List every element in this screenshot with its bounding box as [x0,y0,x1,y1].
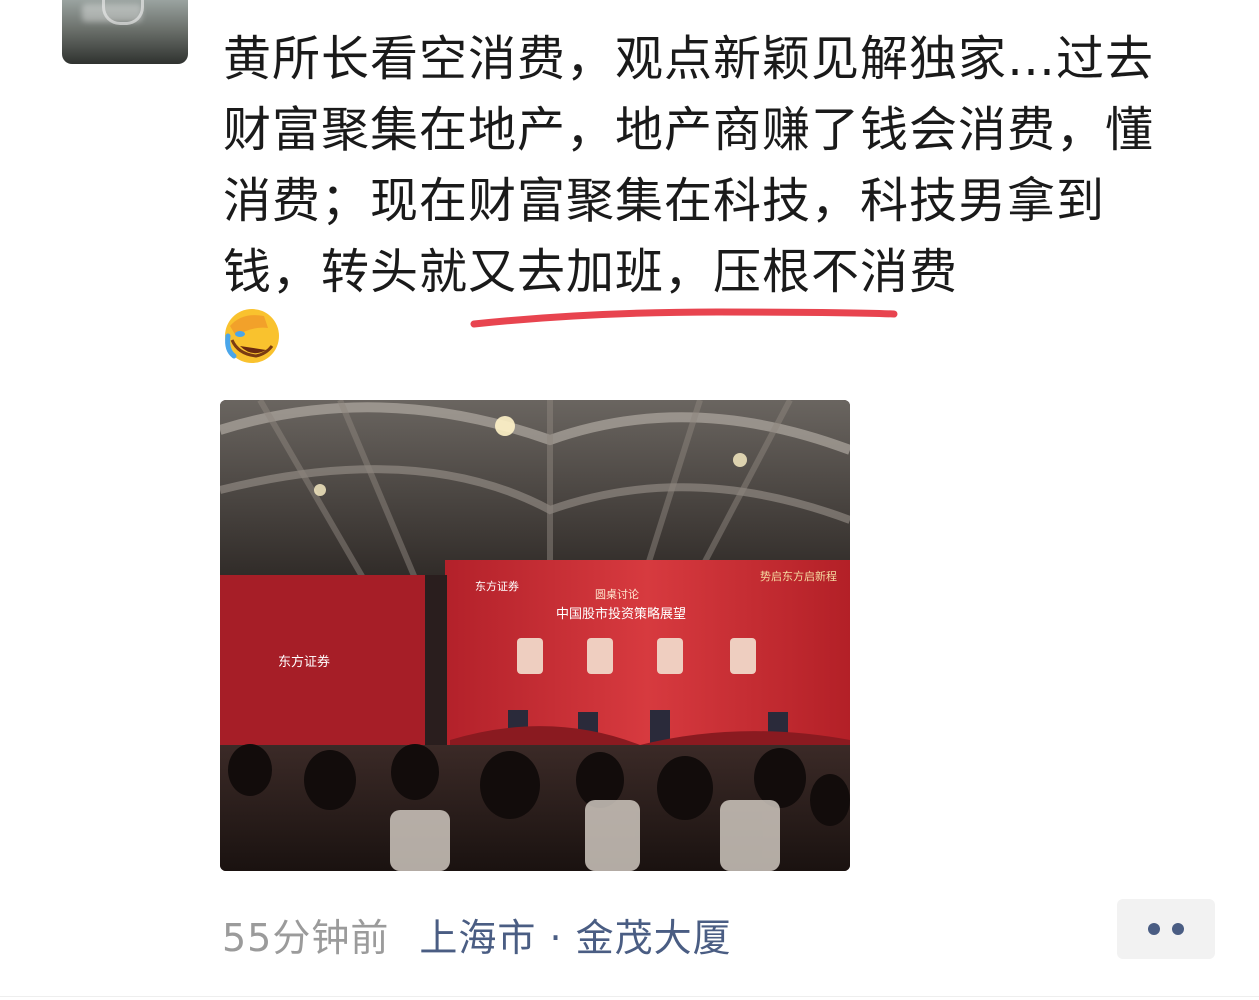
avatar[interactable] [62,0,188,64]
stage-logo: 东方证券 [475,579,519,593]
post-time: 55分钟前 [222,915,390,960]
post-meta: 55分钟前 上海市 · 金茂大厦 [222,906,732,962]
stage-slogan: 势启东方启新程 [760,569,837,583]
more-dot-icon [1148,923,1160,935]
panel-subtitle: 中国股市投资策略展望 [556,606,686,622]
post-text: 黄所长看空消费，观点新颖见解独家…过去财富聚集在地产，地产商赚了钱会消费，懂消费… [223,31,1155,300]
event-photo[interactable]: 东方证券 东方证券 势启东方启新程 圆桌讨论 中国股市投资策略展望 [220,400,850,871]
side-logo: 东方证券 [278,654,330,670]
event-photo-scene: 东方证券 东方证券 势启东方启新程 圆桌讨论 中国股市投资策略展望 [220,400,850,871]
post-location-link[interactable]: 上海市 · 金茂大厦 [419,907,731,962]
divider [0,996,1259,997]
panel-title: 圆桌讨论 [595,587,639,601]
more-dot-icon [1172,923,1184,935]
red-underline-annotation [470,308,898,328]
facepalm-laughing-emoji [225,309,279,363]
more-options-button[interactable] [1117,899,1215,959]
